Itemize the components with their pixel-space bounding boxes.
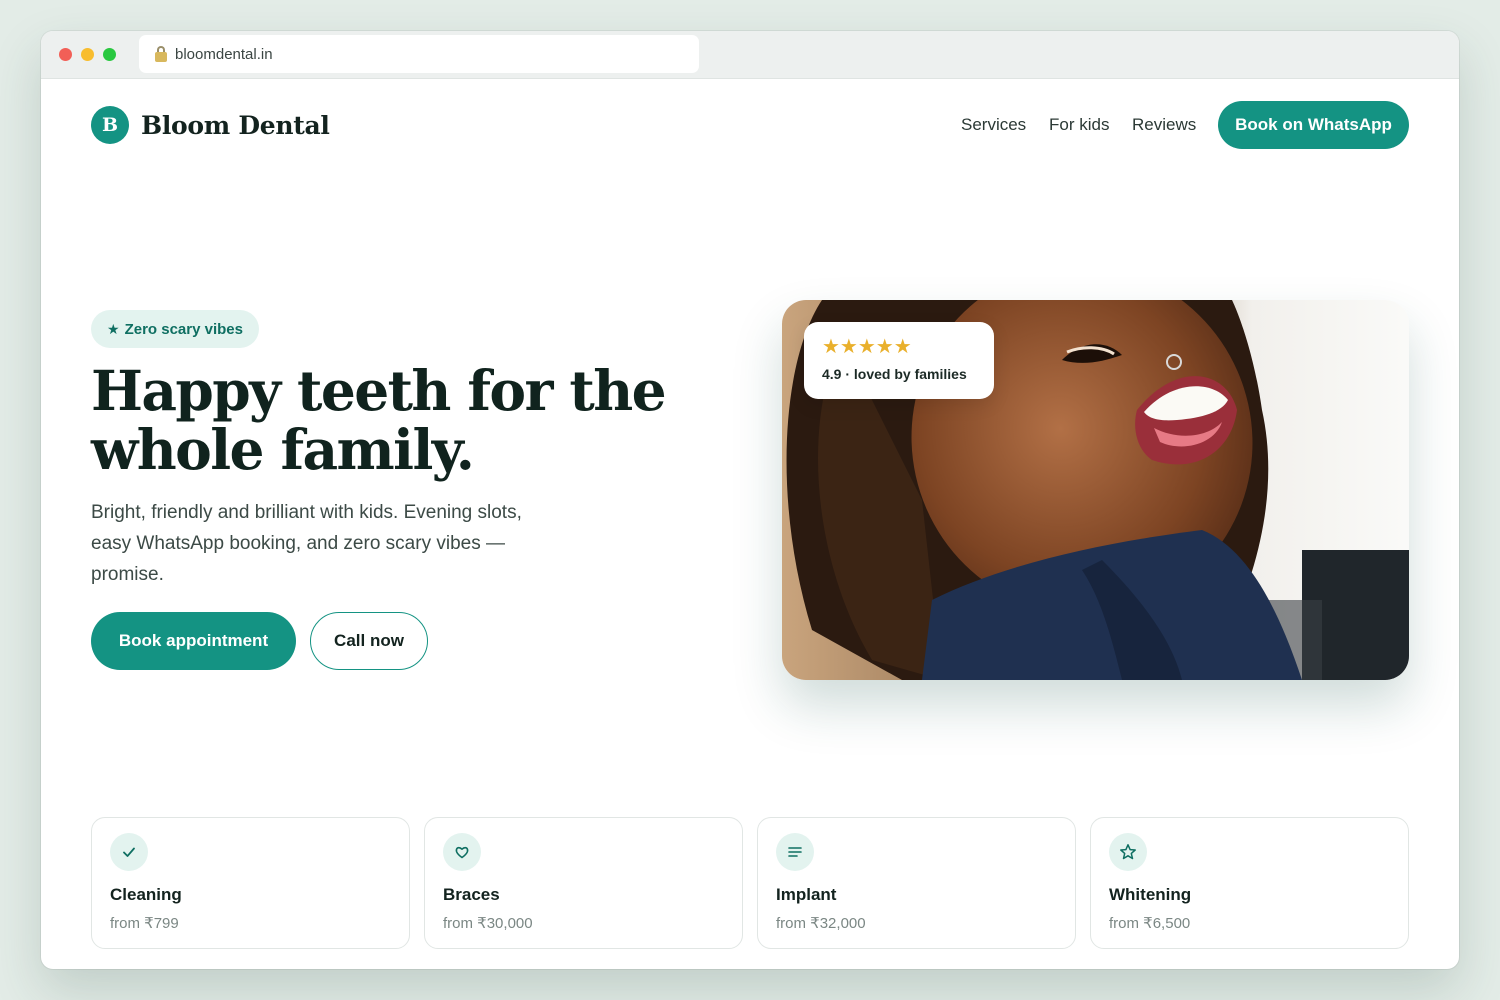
hero-subcopy: Bright, friendly and brilliant with kids… [91, 502, 522, 585]
service-name: Implant [776, 885, 837, 904]
nav-link-services[interactable]: Services [961, 115, 1026, 135]
hero-badge-label: Zero scary vibes [124, 320, 243, 338]
nav-link-for-kids[interactable]: For kids [1049, 115, 1109, 135]
logo-mark: B [91, 106, 129, 144]
star-icon [1109, 833, 1147, 871]
hero-headline: Happy teeth for the whole family. [91, 358, 667, 482]
call-now-button[interactable]: Call now [310, 612, 428, 670]
service-name: Cleaning [110, 885, 182, 904]
service-price: from ₹6,500 [1109, 915, 1191, 932]
check-icon [110, 833, 148, 871]
star-icon: ★ [107, 320, 120, 337]
rating-text: 4.9 · loved by families [822, 366, 967, 382]
service-card-whitening[interactable]: Whitening from ₹6,500 [1090, 817, 1409, 949]
book-appointment-button[interactable]: Book appointment [91, 612, 296, 670]
service-price: from ₹32,000 [776, 915, 866, 932]
browser-window: bloomdental.in B Bloom Dental Services F… [41, 31, 1459, 969]
lock-icon [155, 46, 167, 62]
service-price: from ₹799 [110, 915, 179, 932]
address-bar[interactable]: bloomdental.in [139, 35, 699, 73]
hero-badge: ★ Zero scary vibes [91, 310, 259, 348]
service-name: Braces [443, 885, 500, 904]
site-logo[interactable]: B Bloom Dental [91, 106, 330, 144]
service-price: from ₹30,000 [443, 915, 533, 932]
rating-card: ★★★★★ 4.9 · loved by families [804, 322, 994, 399]
heart-icon [443, 833, 481, 871]
service-card-implant[interactable]: Implant from ₹32,000 [757, 817, 1076, 949]
maximize-window-button[interactable] [103, 48, 116, 61]
browser-toolbar: bloomdental.in [41, 31, 1459, 79]
address-bar-url: bloomdental.in [175, 45, 273, 63]
rating-stars-icon: ★★★★★ [822, 336, 912, 358]
book-on-whatsapp-button[interactable]: Book on WhatsApp [1218, 101, 1409, 149]
brand-name: Bloom Dental [141, 110, 330, 140]
minimize-window-button[interactable] [81, 48, 94, 61]
nav-link-reviews[interactable]: Reviews [1132, 115, 1196, 135]
service-card-cleaning[interactable]: Cleaning from ₹799 [91, 817, 410, 949]
close-window-button[interactable] [59, 48, 72, 61]
service-name: Whitening [1109, 885, 1192, 904]
lines-icon [776, 833, 814, 871]
service-card-braces[interactable]: Braces from ₹30,000 [424, 817, 743, 949]
